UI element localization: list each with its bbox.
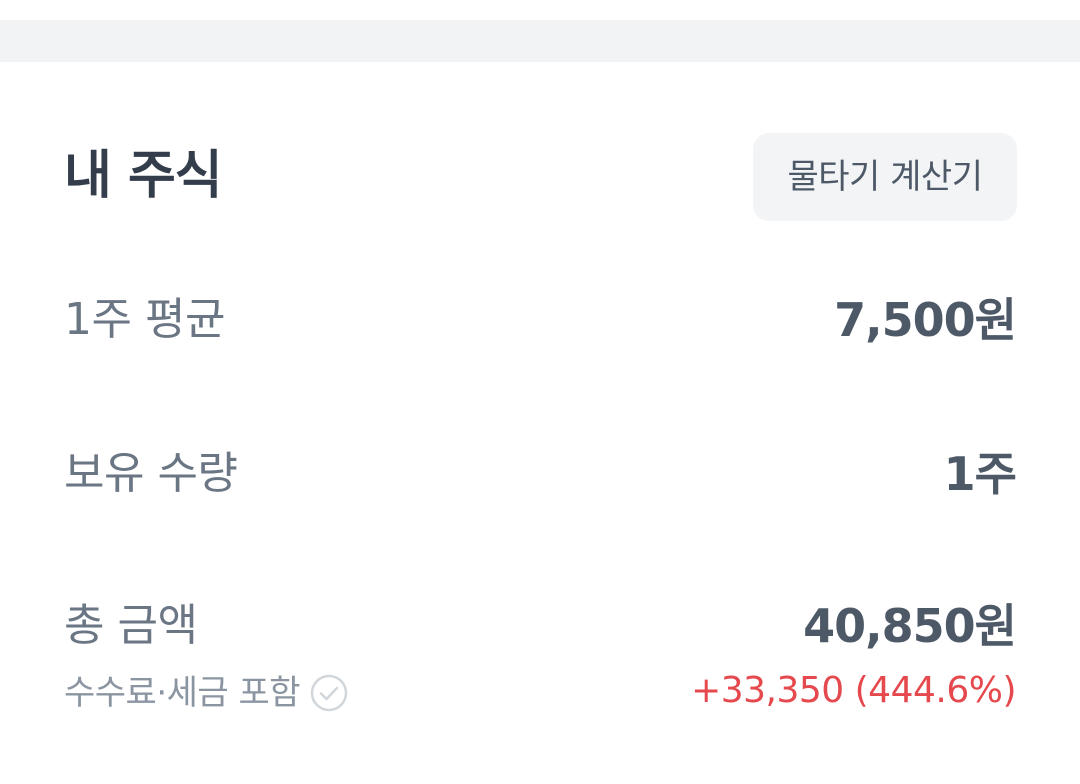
fee-tax-note-text: 수수료·세금 포함 (64, 673, 301, 713)
averaging-calculator-button[interactable]: 물타기 계산기 (753, 133, 1017, 221)
my-stock-panel: 내 주식 물타기 계산기 1주 평균 7,500원 보유 수량 1주 총 금액 … (0, 0, 1080, 784)
quantity-label: 보유 수량 (64, 448, 238, 499)
fee-tax-note: 수수료·세금 포함 (64, 668, 348, 718)
profit-change: +33,350 (444.6%) (691, 670, 1016, 711)
check-circle-icon[interactable] (310, 674, 348, 712)
avg-price-value: 7,500원 (834, 293, 1017, 347)
top-spacer (0, 0, 1080, 20)
avg-price-label: 1주 평균 (64, 294, 225, 345)
total-amount-label: 총 금액 (64, 600, 198, 651)
quantity-value: 1주 (943, 447, 1017, 501)
total-amount-value: 40,850원 (803, 599, 1017, 653)
section-divider (0, 20, 1080, 62)
section-title: 내 주식 (64, 146, 223, 206)
